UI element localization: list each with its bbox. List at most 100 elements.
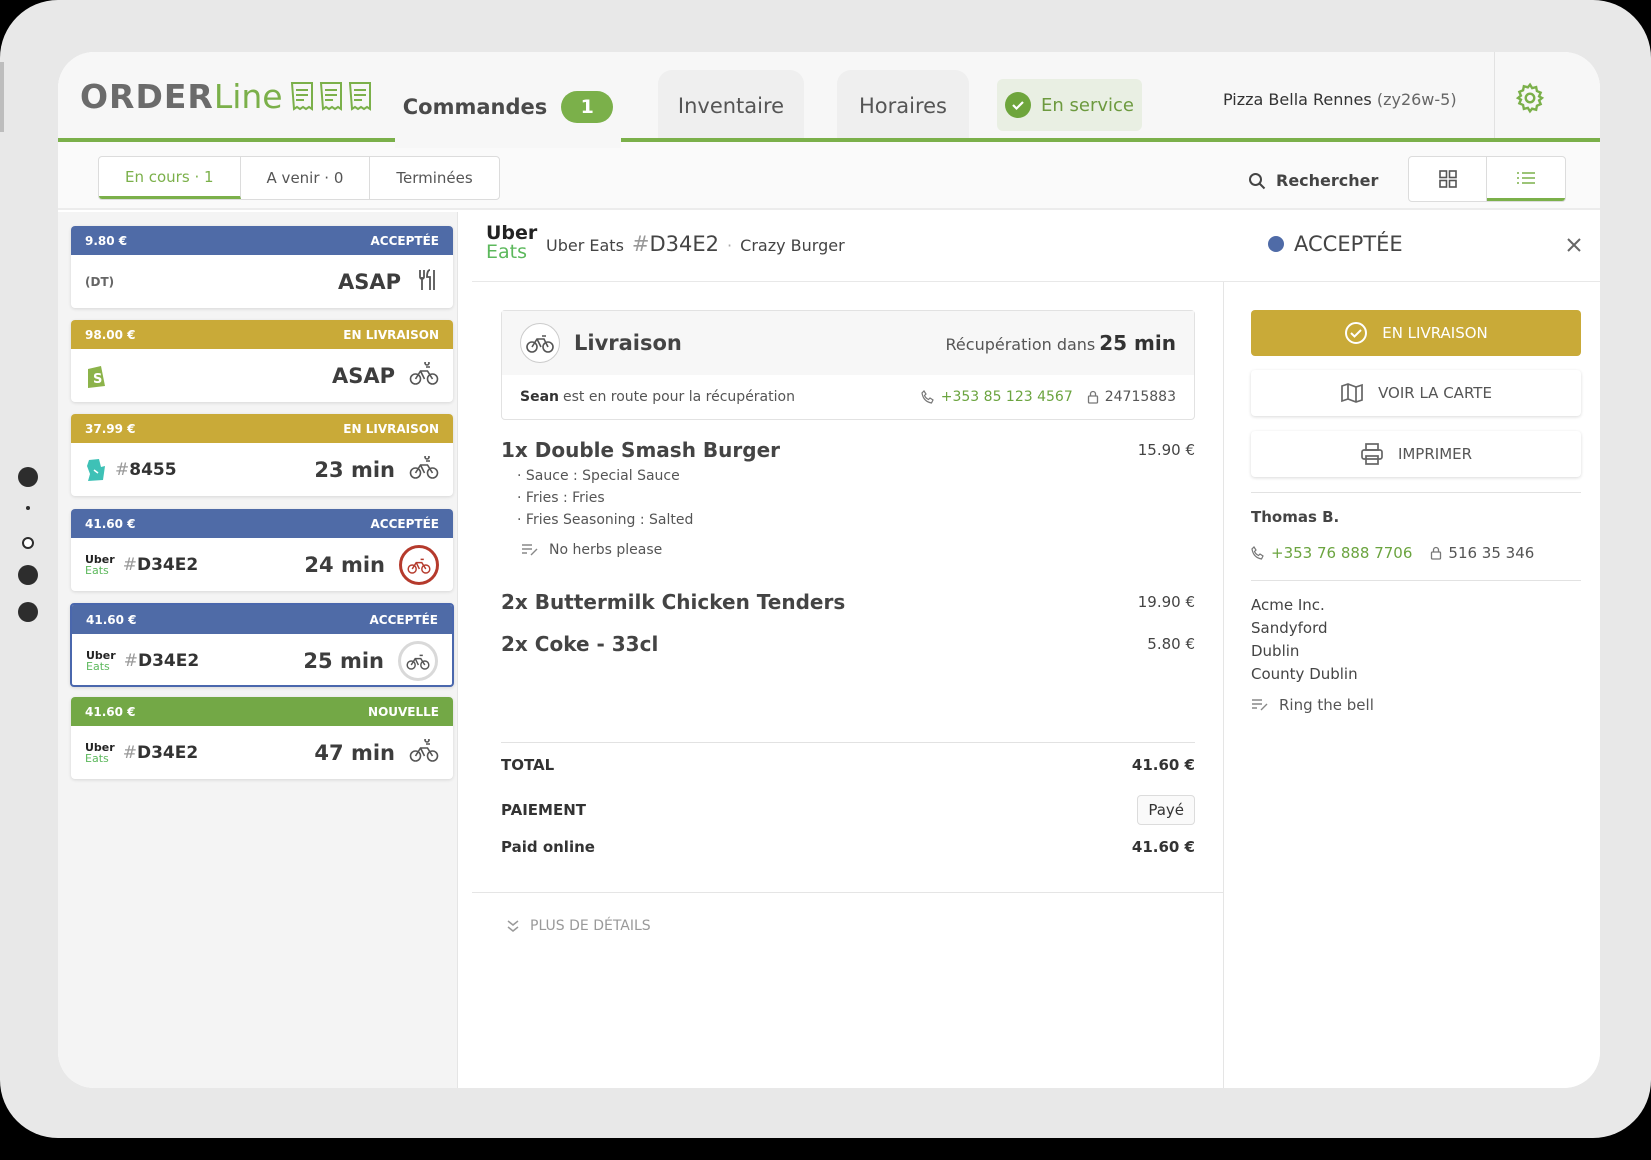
order-card[interactable]: 41.60 € NOUVELLE Uber Eats #D34E2 47 min <box>71 697 453 779</box>
search-button[interactable]: Rechercher <box>1248 171 1378 190</box>
customer-code: 516 35 346 <box>1430 544 1534 562</box>
order-card-header: 41.60 € ACCEPTÉE <box>71 509 453 538</box>
tablet-sensor <box>18 467 38 487</box>
more-details-button[interactable]: PLUS DE DÉTAILS <box>506 918 651 934</box>
order-card-header: 9.80 € ACCEPTÉE <box>71 226 453 255</box>
panel-divider <box>1251 580 1581 581</box>
uber-logo-bottom: Eats <box>486 241 527 263</box>
filter-en-cours[interactable]: En cours · 1 <box>99 157 241 199</box>
filter-label: En cours <box>125 167 190 186</box>
customer-note-text: Ring the bell <box>1279 696 1374 714</box>
bike-icon <box>409 359 439 390</box>
courier-phone: +353 85 123 4567 <box>940 389 1073 405</box>
list-view-button[interactable] <box>1487 157 1565 201</box>
filter-a-venir[interactable]: A venir · 0 <box>241 157 371 199</box>
order-card-ref: #D34E2 <box>122 554 199 575</box>
item-name: 2x Buttermilk Chicken Tenders <box>501 590 846 614</box>
note-icon <box>1252 699 1268 711</box>
total-value: 41.60 € <box>1131 756 1195 774</box>
customer-code-value: 516 35 346 <box>1448 544 1535 562</box>
courier-phone-link[interactable]: +353 85 123 4567 <box>921 389 1073 405</box>
service-status-button[interactable]: En service <box>997 79 1142 131</box>
courier-name: Sean <box>520 389 559 405</box>
svg-text:S: S <box>93 372 102 387</box>
order-detail-header: Uber Eats Uber Eats #D34E2 · Crazy Burge… <box>472 212 1600 282</box>
filter-count: 1 <box>203 167 214 186</box>
tab-inventaire-label: Inventaire <box>677 94 785 118</box>
tab-inventaire[interactable]: Inventaire <box>658 70 804 142</box>
customer-note: Ring the bell <box>1251 696 1374 714</box>
order-card-ref: #D34E2 <box>123 650 200 671</box>
total-label: TOTAL <box>501 756 555 774</box>
courier-code: 24715883 <box>1087 389 1176 405</box>
paid-online-row: Paid online 41.60 € <box>501 838 1195 856</box>
order-title: Uber Eats #D34E2 · Crazy Burger <box>546 232 845 256</box>
bike-icon <box>409 453 439 484</box>
order-card[interactable]: 98.00 € EN LIVRAISON S ASAP <box>71 320 453 402</box>
payment-status-badge: Payé <box>1137 795 1195 825</box>
delivery-card-header: Livraison Récupération dans 25 min <box>502 311 1194 375</box>
tablet-frame: ORDER Line Commandes 1 Inventaire Horaire… <box>0 0 1651 1138</box>
customer-phone[interactable]: +353 76 888 7706 <box>1271 544 1412 562</box>
bike-ring-red-icon <box>399 544 439 585</box>
restaurant-info: Pizza Bella Rennes (zy26w-5) <box>1223 90 1457 109</box>
order-card-ref: #D34E2 <box>122 742 199 763</box>
grid-view-button[interactable] <box>1409 157 1487 201</box>
check-circle-icon <box>1005 92 1031 118</box>
order-amount: 41.60 € <box>85 516 136 531</box>
order-list: 9.80 € ACCEPTÉE (DT) ASAP 98.00 € EN LIVRAISO… <box>58 212 458 1088</box>
item-option: · Fries Seasoning : Salted <box>517 512 694 528</box>
close-icon[interactable] <box>1566 234 1582 259</box>
order-card[interactable]: 9.80 € ACCEPTÉE (DT) ASAP <box>71 226 453 308</box>
imprimer-label: IMPRIMER <box>1397 445 1473 463</box>
address-line: Dublin <box>1251 642 1300 660</box>
order-card-status: ACCEPTÉE <box>370 516 439 531</box>
order-amount: 37.99 € <box>85 421 136 436</box>
tab-horaires[interactable]: Horaires <box>837 70 969 142</box>
tab-commandes[interactable]: Commandes 1 <box>395 70 621 148</box>
order-card[interactable]: 41.60 € ACCEPTÉE Uber Eats #D34E2 25 min <box>70 603 454 687</box>
order-card-body: Uber Eats #D34E2 24 min <box>71 538 453 591</box>
en-livraison-button[interactable]: EN LIVRAISON <box>1251 310 1581 356</box>
order-card-body: (DT) ASAP <box>71 255 453 308</box>
restaurant-code: (zy26w-5) <box>1376 90 1457 109</box>
order-card-header: 37.99 € EN LIVRAISON <box>71 414 453 443</box>
check-circle-icon <box>1345 322 1368 344</box>
tablet-sensor <box>18 602 38 622</box>
order-card-time: 23 min <box>314 457 395 482</box>
app-header: ORDER Line Commandes 1 Inventaire Horaire… <box>58 52 1600 148</box>
customer-address: Acme Inc. Sandyford Dublin County Dublin <box>1251 594 1358 686</box>
fork-knife-icon <box>415 268 439 296</box>
uber-eats-logo: Uber Eats <box>85 740 115 765</box>
pickup-value: 25 min <box>1099 331 1176 355</box>
courier-info: Sean est en route pour la récupération +… <box>502 375 1194 419</box>
item-price: 15.90 € <box>1137 441 1195 459</box>
order-status-label: ACCEPTÉE <box>1294 232 1403 256</box>
order-card-time: 24 min <box>304 552 385 577</box>
bike-ring-grey-icon <box>398 640 438 681</box>
voir-carte-button[interactable]: VOIR LA CARTE <box>1251 370 1581 416</box>
customer-phone-row: +353 76 888 7706 516 35 346 <box>1251 544 1534 562</box>
payment-row: PAIEMENT Payé <box>501 795 1195 825</box>
order-item: 1x Double Smash Burger 15.90 € · Sauce :… <box>501 438 1195 558</box>
order-card[interactable]: 37.99 € EN LIVRAISON #8455 23 min <box>71 414 453 496</box>
bike-icon <box>520 323 560 363</box>
gear-icon[interactable] <box>1514 82 1546 118</box>
item-option: · Fries : Fries <box>517 490 605 506</box>
item-name: 1x Double Smash Burger <box>501 438 780 462</box>
order-actions-panel: EN LIVRAISON VOIR LA CARTE IMPRIMER Thom… <box>1224 282 1600 1088</box>
order-card[interactable]: 41.60 € ACCEPTÉE Uber Eats #D34E2 24 min <box>71 509 453 591</box>
order-card-ref: #8455 <box>115 459 177 480</box>
item-note-text: No herbs please <box>549 542 663 558</box>
order-amount: 41.60 € <box>86 612 137 627</box>
item-name: 2x Coke - 33cl <box>501 632 659 656</box>
delivery-title: Livraison <box>574 331 682 355</box>
order-card-status: EN LIVRAISON <box>343 327 439 342</box>
courier-status: est en route pour la récupération <box>563 389 795 405</box>
filter-terminees[interactable]: Terminées <box>370 157 498 199</box>
note-icon <box>522 544 538 556</box>
imprimer-button[interactable]: IMPRIMER <box>1251 431 1581 477</box>
order-brand: Crazy Burger <box>740 236 845 255</box>
order-number: #D34E2 <box>632 232 719 256</box>
order-card-status: ACCEPTÉE <box>369 612 438 627</box>
